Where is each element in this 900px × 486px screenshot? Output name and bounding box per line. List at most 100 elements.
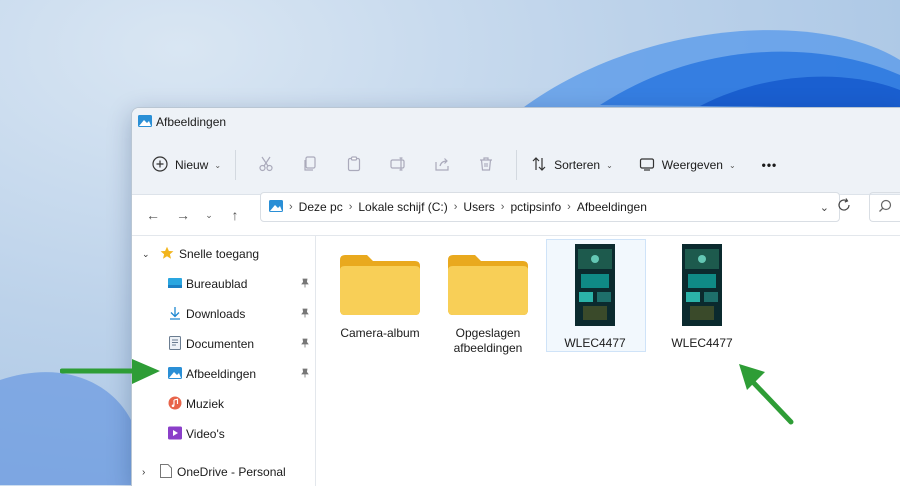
file-name-line-2: afbeeldingen <box>453 341 523 355</box>
recent-locations-button[interactable]: ⌄ <box>198 200 220 230</box>
chevron-right-icon: › <box>500 201 505 213</box>
plus-circle-icon <box>152 155 168 175</box>
pictures-icon <box>269 199 283 216</box>
chevron-down-icon[interactable]: ⌄ <box>820 201 829 214</box>
sidebar-item-videos[interactable]: Video's <box>168 422 225 446</box>
chevron-right-icon: › <box>289 201 293 213</box>
file-name: WLEC4477 <box>564 336 626 350</box>
forward-button[interactable]: → <box>168 200 198 230</box>
image-thumbnail <box>575 244 615 329</box>
sort-button-label: Sorteren <box>554 158 601 172</box>
breadcrumb-user-folder[interactable]: pctipsinfo <box>510 200 561 214</box>
monitor-icon <box>639 156 655 175</box>
chevron-down-icon: ⌄ <box>606 160 613 170</box>
file-name-line-1: Opgeslagen <box>455 326 521 340</box>
toolbar-divider <box>516 150 518 180</box>
download-icon <box>168 306 182 323</box>
breadcrumb-pictures[interactable]: Afbeeldingen <box>577 200 647 214</box>
sidebar-item-desktop[interactable]: Bureaublad <box>168 272 318 296</box>
arrow-left-icon: ← <box>146 207 160 223</box>
sidebar-item-documents[interactable]: Documenten <box>168 332 318 356</box>
pin-icon[interactable] <box>300 307 310 321</box>
rename-icon <box>390 156 406 175</box>
trash-icon <box>478 156 494 175</box>
chevron-down-icon: ⌄ <box>214 160 222 170</box>
copy-icon <box>302 155 318 175</box>
pin-icon[interactable] <box>300 337 310 351</box>
paste-button[interactable] <box>332 149 376 181</box>
rename-button[interactable] <box>376 149 420 181</box>
sidebar-item-onedrive[interactable]: › OneDrive - Personal <box>142 460 286 484</box>
chevron-right-icon: › <box>142 466 146 478</box>
clipboard-icon <box>346 155 362 175</box>
window-title: Afbeeldingen <box>156 115 227 129</box>
share-button[interactable] <box>420 149 464 181</box>
sidebar-item-label: Snelle toegang <box>179 247 260 261</box>
pin-icon[interactable] <box>300 367 310 381</box>
chevron-right-icon: › <box>348 201 353 213</box>
delete-button[interactable] <box>464 149 508 181</box>
folder-item-saved-pictures[interactable]: Opgeslagen afbeeldingen <box>438 252 538 356</box>
sidebar-item-label: OneDrive - Personal <box>177 465 286 479</box>
search-icon <box>878 199 892 216</box>
pin-icon[interactable] <box>300 277 310 291</box>
more-options-button[interactable]: ••• <box>756 149 784 181</box>
sidebar-item-label: Bureaublad <box>186 277 248 291</box>
new-button[interactable]: Nieuw ⌄ <box>146 149 227 181</box>
image-thumbnail <box>682 244 722 329</box>
view-button-label: Weergeven <box>661 158 723 172</box>
up-button[interactable]: ↑ <box>220 200 250 230</box>
folder-icon <box>447 255 529 319</box>
desktop-icon <box>168 276 182 293</box>
image-item-wlec4477-selected[interactable]: WLEC4477 <box>545 244 645 351</box>
sidebar-item-downloads[interactable]: Downloads <box>168 302 318 326</box>
pictures-icon <box>138 114 152 131</box>
annotation-arrow-up <box>739 364 794 425</box>
folder-icon <box>339 255 421 319</box>
document-icon <box>168 335 182 353</box>
share-icon <box>434 156 450 175</box>
image-item-wlec4477[interactable]: WLEC4477 <box>652 244 752 351</box>
music-icon <box>168 396 182 413</box>
breadcrumb-this-pc[interactable]: Deze pc <box>299 200 343 214</box>
search-input[interactable] <box>869 192 900 222</box>
sidebar-item-label: Downloads <box>186 307 246 321</box>
sidebar-item-pictures[interactable]: Afbeeldingen <box>168 362 318 386</box>
file-name: Camera-album <box>340 326 420 340</box>
sort-arrows-icon <box>531 156 547 175</box>
refresh-icon <box>837 197 851 215</box>
file-name: WLEC4477 <box>671 336 733 350</box>
pictures-icon <box>168 366 182 383</box>
scissors-icon <box>258 156 274 175</box>
address-bar[interactable]: › Deze pc › Lokale schijf (C:) › Users ›… <box>260 192 840 222</box>
chevron-down-icon: ⌄ <box>205 209 213 220</box>
more-icon: ••• <box>761 158 778 172</box>
sort-button[interactable]: Sorteren ⌄ <box>525 149 619 181</box>
chevron-right-icon: › <box>453 201 458 213</box>
sidebar-item-label: Documenten <box>186 337 255 351</box>
sidebar-item-quick-access[interactable]: ⌄ Snelle toegang <box>142 242 259 266</box>
view-button[interactable]: Weergeven ⌄ <box>633 149 742 181</box>
title-bar: Afbeeldingen <box>132 108 900 136</box>
toolbar-divider <box>235 150 237 180</box>
sidebar-item-music[interactable]: Muziek <box>168 392 224 416</box>
file-icon <box>160 463 172 481</box>
file-list: Camera-album Opgeslagen afbeeldingen WLE… <box>316 236 900 486</box>
star-icon <box>160 246 174 263</box>
cut-button[interactable] <box>244 149 288 181</box>
breadcrumb-users[interactable]: Users <box>463 200 494 214</box>
chevron-down-icon: ⌄ <box>728 160 736 170</box>
back-button[interactable]: ← <box>138 200 168 230</box>
arrow-right-icon: → <box>176 207 190 223</box>
video-icon <box>168 426 182 443</box>
chevron-right-icon: › <box>567 201 571 213</box>
folder-item-camera-album[interactable]: Camera-album <box>330 252 430 341</box>
sidebar-item-label: Muziek <box>186 397 225 411</box>
annotation-arrow-left <box>60 359 160 384</box>
refresh-button[interactable] <box>832 194 856 218</box>
copy-button[interactable] <box>288 149 332 181</box>
arrow-up-icon: ↑ <box>231 207 239 223</box>
file-explorer-window: Afbeeldingen Nieuw ⌄ Sorteren ⌄ Weergeve… <box>131 107 900 486</box>
breadcrumb-local-disk[interactable]: Lokale schijf (C:) <box>358 200 447 214</box>
chevron-down-icon: ⌄ <box>142 248 150 259</box>
